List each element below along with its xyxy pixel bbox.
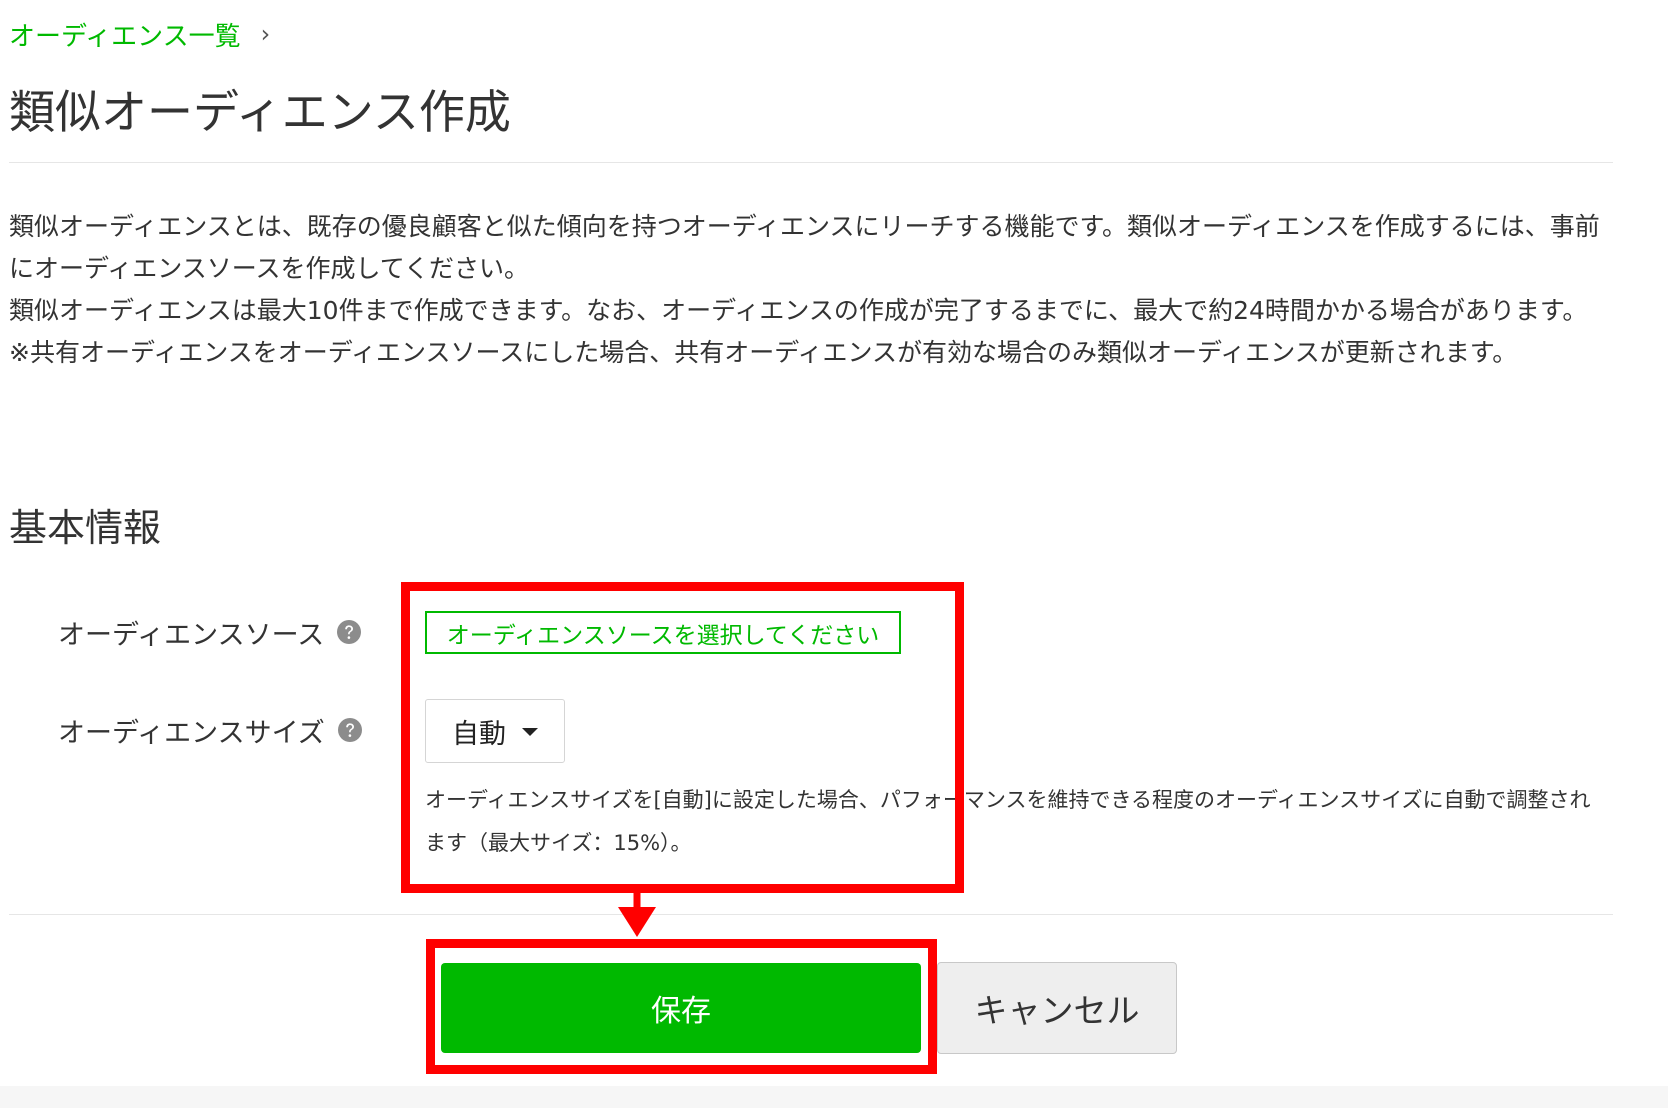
audience-size-selected-value: 自動 — [452, 718, 506, 750]
select-audience-source-button[interactable]: オーディエンスソースを選択してください — [425, 611, 901, 654]
description-paragraph: 類似オーディエンスは最大10件まで作成できます。なお、オーディエンスの作成が完了… — [9, 296, 1588, 325]
arrow-down-annotation-icon — [618, 885, 656, 937]
section-title-basic-info: 基本情報 — [9, 506, 162, 550]
cancel-button[interactable]: キャンセル — [937, 962, 1177, 1054]
actions-divider — [9, 914, 1613, 915]
chevron-right-icon: › — [260, 20, 271, 48]
audience-size-help-text: オーディエンスサイズを[自動]に設定した場合、パフォーマンスを維持できる程度のオ… — [425, 788, 1591, 855]
question-circle-icon[interactable] — [336, 619, 362, 645]
description: 類似オーディエンスとは、既存の優良顧客と似た傾向を持つオーディエンスにリーチする… — [9, 206, 1619, 374]
save-button[interactable]: 保存 — [441, 963, 921, 1053]
breadcrumb-link-audience-list[interactable]: オーディエンス一覧 — [9, 16, 241, 53]
page-title: 類似オーディエンス作成 — [9, 85, 511, 139]
audience-source-label: オーディエンスソース — [58, 612, 362, 652]
question-circle-icon[interactable] — [337, 717, 363, 743]
caret-down-icon — [522, 728, 538, 736]
description-paragraph: 類似オーディエンスとは、既存の優良顧客と似た傾向を持つオーディエンスにリーチする… — [9, 212, 1600, 283]
breadcrumb: オーディエンス一覧 › — [9, 14, 270, 54]
page-footer-background — [0, 1086, 1668, 1108]
audience-size-dropdown[interactable]: 自動 — [425, 699, 565, 763]
audience-size-label: オーディエンスサイズ — [58, 710, 363, 750]
title-divider — [9, 162, 1613, 163]
audience-source-label-text: オーディエンスソース — [58, 619, 325, 651]
audience-size-label-text: オーディエンスサイズ — [58, 717, 325, 749]
description-paragraph: ※共有オーディエンスをオーディエンスソースにした場合、共有オーディエンスが有効な… — [9, 338, 1518, 367]
